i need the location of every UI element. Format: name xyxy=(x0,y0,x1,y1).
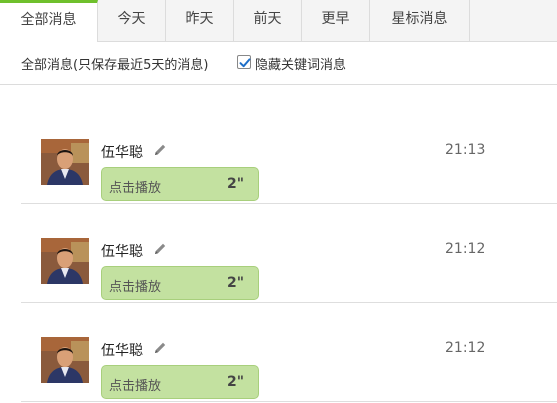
message-item: 伍华聪 21:13 点击播放 2" xyxy=(21,105,557,204)
tab-today[interactable]: 今天 xyxy=(98,0,166,41)
tab-starred-messages[interactable]: 星标消息 xyxy=(370,0,470,41)
tab-bar: 全部消息 今天 昨天 前天 更早 星标消息 xyxy=(0,0,557,42)
sender-name: 伍华聪 xyxy=(101,145,143,161)
tab-yesterday[interactable]: 昨天 xyxy=(166,0,234,41)
voice-play-button[interactable]: 点击播放 2" xyxy=(101,266,259,300)
message-item: 伍华聪 21:12 点击播放 2" xyxy=(21,303,557,402)
voice-play-label: 点击播放 xyxy=(109,379,162,394)
message-item: 伍华聪 21:12 点击播放 2" xyxy=(21,204,557,303)
message-time: 21:12 xyxy=(445,241,486,257)
tab-all-messages[interactable]: 全部消息 xyxy=(0,0,98,42)
voice-duration: 2" xyxy=(227,374,245,390)
voice-play-button[interactable]: 点击播放 2" xyxy=(101,167,259,201)
voice-play-button[interactable]: 点击播放 2" xyxy=(101,365,259,399)
filter-label: 全部消息(只保存最近5天的消息) xyxy=(21,58,209,73)
avatar[interactable] xyxy=(41,139,89,185)
avatar[interactable] xyxy=(41,238,89,284)
sender-name: 伍华聪 xyxy=(101,343,143,359)
checkmark-icon xyxy=(239,58,251,68)
pencil-icon[interactable] xyxy=(152,142,168,158)
pencil-icon[interactable] xyxy=(152,241,168,257)
voice-duration: 2" xyxy=(227,275,245,291)
hide-keyword-checkbox[interactable] xyxy=(237,55,251,69)
voice-play-label: 点击播放 xyxy=(109,181,162,196)
tab-day-before-yesterday[interactable]: 前天 xyxy=(234,0,302,41)
filter-bar: 全部消息(只保存最近5天的消息) 隐藏关键词消息 xyxy=(0,42,557,85)
message-list: 伍华聪 21:13 点击播放 2" 伍华聪 21:12 点击播放 2" 伍华聪 … xyxy=(0,85,557,403)
tab-earlier[interactable]: 更早 xyxy=(302,0,370,41)
avatar[interactable] xyxy=(41,337,89,383)
pencil-icon[interactable] xyxy=(152,340,168,356)
message-time: 21:13 xyxy=(445,142,486,158)
voice-duration: 2" xyxy=(227,176,245,192)
hide-keyword-label[interactable]: 隐藏关键词消息 xyxy=(255,54,346,73)
voice-play-label: 点击播放 xyxy=(109,280,162,295)
message-time: 21:12 xyxy=(445,340,486,356)
sender-name: 伍华聪 xyxy=(101,244,143,260)
